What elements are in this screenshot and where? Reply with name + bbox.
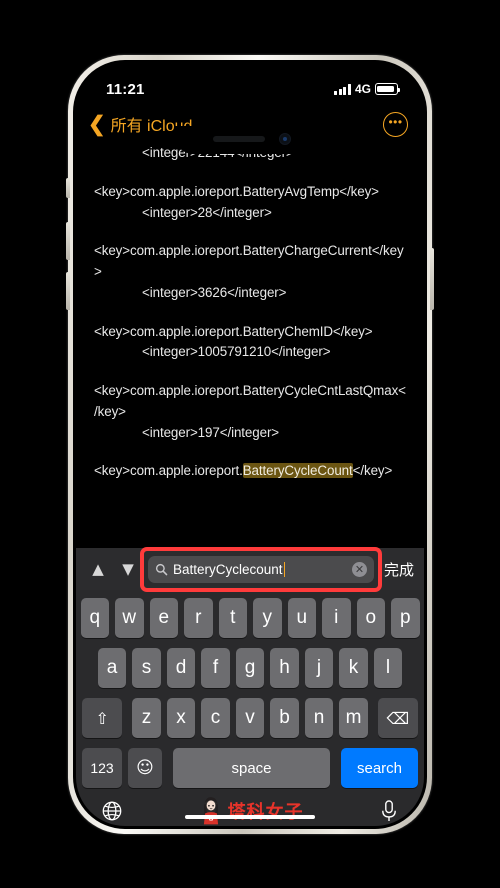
key-l[interactable]: l [373,648,403,688]
keyboard-row-2: asdfghjkl [79,648,421,688]
document-blank-line [94,443,406,461]
key-m[interactable]: m [339,698,368,738]
document-text: </key> [352,463,393,479]
search-query-text: BatteryCyclecount [173,561,283,577]
home-indicator-bar[interactable] [185,814,315,819]
key-o[interactable]: o [356,598,385,638]
key-a[interactable]: a [97,648,127,688]
key-g[interactable]: g [235,648,265,688]
key-z[interactable]: z [132,698,161,738]
battery-icon [375,83,401,95]
shift-glyph: ⇧ [95,708,109,728]
key-b[interactable]: b [270,698,299,738]
chevron-down-icon[interactable]: ▼ [116,560,140,578]
find-bar: ▲ ▼ BatteryCyclecount ✕ 完成 [76,546,424,592]
screenshot-stage: <integer>22144</integer><key>com.apple.i… [0,0,500,888]
watermark-text: 塔科女子 [227,802,304,823]
document-line: <key>com.apple.ioreport.BatteryCycleCoun… [94,461,406,482]
document-line: <key>com.apple.ioreport.BatteryChemID</k… [94,323,373,339]
chevron-left-icon: ❮ [88,112,106,136]
document-line: <key>com.apple.ioreport.BatteryAvgTemp</… [94,183,379,199]
numbers-key[interactable]: 123 [82,748,122,788]
search-key[interactable]: search [341,748,418,788]
globe-icon[interactable] [101,800,123,822]
search-input-value: BatteryCyclecount [173,561,347,577]
mute-switch-button[interactable] [66,178,70,198]
document-line: <integer>28</integer> [142,204,272,220]
mascot-girl-icon: X [203,797,218,825]
key-s[interactable]: s [132,648,161,688]
key-k[interactable]: k [339,648,368,688]
search-input[interactable]: BatteryCyclecount ✕ [148,555,374,583]
watermark: X 塔科女子 [199,796,304,826]
document-line: <integer>3626</integer> [142,284,287,300]
key-w[interactable]: w [115,598,144,638]
backspace-glyph: ⌫ [386,708,410,728]
key-j[interactable]: j [304,648,334,688]
document-blank-line [94,223,406,241]
front-camera-icon [279,133,291,145]
keyboard-bottom-bar: X 塔科女子 [79,796,421,826]
key-r[interactable]: r [184,598,213,638]
earpiece-speaker-icon [213,136,265,142]
keyboard-row-3: ⇧ zxcvbnm ⌫ [79,698,421,738]
key-i[interactable]: i [322,598,351,638]
network-type-label: 4G [354,82,371,96]
notch [175,126,325,154]
key-x[interactable]: x [166,698,196,738]
key-p[interactable]: p [391,598,420,638]
key-u[interactable]: u [287,598,316,638]
status-bar: 11:21 4G [76,63,424,105]
document-line: <key>com.apple.ioreport.BatteryCycleCntL… [94,383,406,419]
document-line: <key>com.apple.ioreport.BatteryChargeCur… [94,243,404,280]
emoji-glyph: ☺ [136,758,154,778]
key-c[interactable]: c [201,698,230,738]
find-field-wrapper: BatteryCyclecount ✕ [140,546,382,592]
chevron-up-icon[interactable]: ▲ [86,560,110,578]
signal-bars-icon [334,83,351,95]
key-e[interactable]: e [149,598,178,638]
key-v[interactable]: v [235,698,265,738]
emoji-smiley-icon[interactable]: ☺ [128,748,162,788]
search-match-highlight: BatteryCycleCount [242,463,353,479]
volume-up-button[interactable] [66,222,70,260]
text-cursor [283,561,286,577]
clear-circle-icon[interactable]: ✕ [351,561,367,577]
shift-arrow-icon[interactable]: ⇧ [82,698,123,738]
key-d[interactable]: d [166,648,196,688]
document-blank-line [94,363,406,381]
power-button[interactable] [430,248,434,310]
keyboard-row-3-letters: zxcvbnm [132,698,368,738]
space-key[interactable]: space [173,748,330,788]
key-f[interactable]: f [201,648,230,688]
document-blank-line [94,164,406,182]
status-time: 11:21 [106,80,145,98]
document-line: <integer>1005791210</integer> [142,344,331,360]
keyboard-row-1: qwertyuiop [79,598,421,638]
document-line: <integer>197</integer> [142,424,280,440]
key-n[interactable]: n [304,698,334,738]
key-h[interactable]: h [270,648,299,688]
microphone-icon[interactable] [379,799,399,823]
document-text: <key>com.apple.ioreport. [94,463,243,479]
phone-screen: <integer>22144</integer><key>com.apple.i… [76,63,424,826]
key-y[interactable]: y [253,598,282,638]
keyboard-row-4: 123 ☺ space search [79,748,421,788]
done-button[interactable]: 完成 [382,559,414,580]
status-indicators: 4G [334,82,401,96]
backspace-icon[interactable]: ⌫ [377,698,418,738]
magnifier-icon [155,563,168,575]
key-q[interactable]: q [80,598,109,638]
volume-down-button[interactable] [66,272,70,310]
on-screen-keyboard: qwertyuiop asdfghjkl ⇧ zxcvbnm ⌫ 123 ☺ s… [76,590,424,826]
clear-glyph: ✕ [354,562,365,576]
ellipsis-circle-icon[interactable]: ••• [383,111,408,137]
key-t[interactable]: t [218,598,247,638]
document-blank-line [94,304,406,322]
